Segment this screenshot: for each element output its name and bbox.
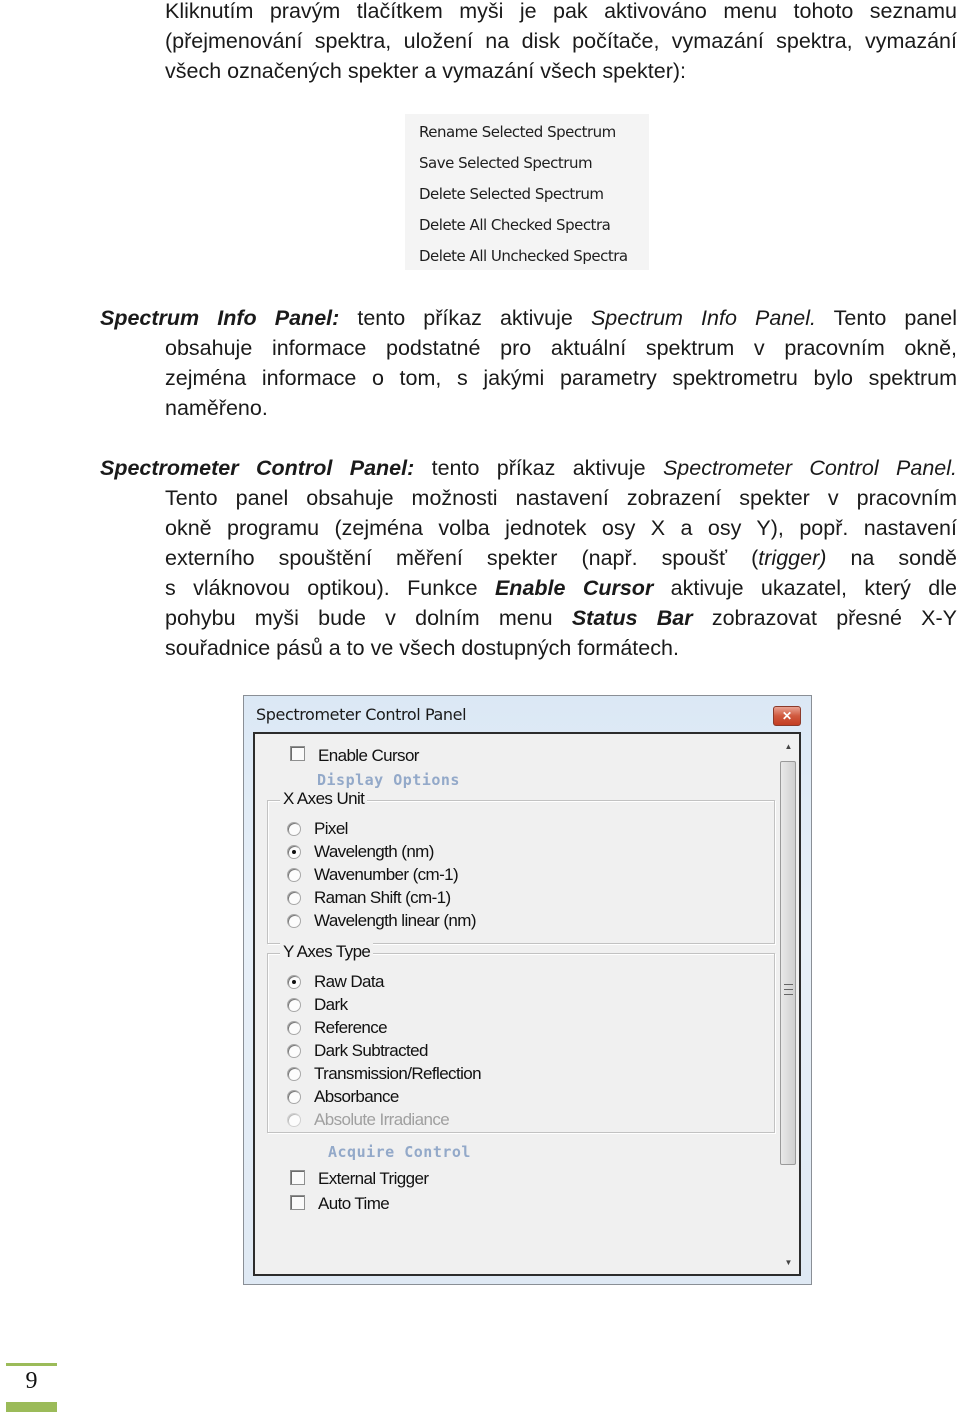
radio-label: Pixel [314, 819, 348, 838]
paragraph-line: obsahuje informace podstatné pro aktuáln… [165, 336, 957, 360]
enable-cursor-label: Enable Cursor [318, 746, 419, 765]
enable-cursor-checkbox[interactable] [290, 746, 305, 761]
radio-dark[interactable] [287, 998, 301, 1012]
intro-line: Kliknutím pravým tlačítkem myši je pak a… [165, 0, 957, 23]
radio-wavelength-nm[interactable] [287, 845, 301, 859]
page-number: 9 [25, 1368, 38, 1394]
menu-item-delete-all-unchecked-spectra[interactable]: Delete All Unchecked Spectra [419, 245, 628, 267]
scrollbar-thumb[interactable] [780, 761, 796, 1165]
intro-paragraph: Kliknutím pravým tlačítkem myši je pak a… [165, 0, 957, 86]
menu-item-rename-selected-spectrum[interactable]: Rename Selected Spectrum [419, 121, 616, 143]
paragraph-line: naměřeno. [165, 396, 268, 420]
text-italic: Spectrometer Control Panel. [662, 456, 957, 480]
page-number-bar-top [6, 1363, 57, 1366]
paragraph-line: okně programu (zejména volba jednotek os… [165, 516, 957, 540]
radio-wavelength-linear[interactable] [287, 914, 301, 928]
scroll-up-icon[interactable]: ▲ [779, 737, 798, 755]
text: na sondě [826, 546, 957, 570]
page-number-bar-bottom [6, 1402, 57, 1412]
intro-line: všech označených spekter a vymazání všec… [165, 59, 687, 83]
acquire-control-label: Acquire Control [328, 1143, 471, 1161]
y-axes-type-legend: Y Axes Type [280, 942, 374, 962]
intro-line: (přejmenování spektra, uložení na disk p… [165, 29, 957, 53]
radio-label: Wavelength (nm) [314, 842, 434, 861]
spectrometer-control-term: Spectrometer Control Panel: [100, 456, 415, 480]
radio-label: Reference [314, 1018, 388, 1037]
status-bar-term: Status Bar [571, 606, 693, 630]
text: aktivuje ukazatel, který dle [653, 576, 957, 600]
text-italic: Spectrum Info Panel. [590, 306, 816, 330]
menu-item-delete-selected-spectrum[interactable]: Delete Selected Spectrum [419, 183, 604, 205]
radio-pixel[interactable] [287, 822, 301, 836]
radio-raw-data[interactable] [287, 975, 301, 989]
external-trigger-label: External Trigger [318, 1169, 429, 1188]
radio-transmission-reflection[interactable] [287, 1067, 301, 1081]
radio-reference[interactable] [287, 1021, 301, 1035]
context-menu: Rename Selected Spectrum Save Selected S… [405, 114, 649, 270]
external-trigger-checkbox[interactable] [290, 1170, 305, 1185]
spectrum-info-term: Spectrum Info Panel: [100, 306, 340, 330]
auto-time-label: Auto Time [318, 1194, 390, 1213]
text: tento příkaz aktivuje [414, 456, 663, 480]
auto-time-checkbox[interactable] [290, 1195, 305, 1210]
paragraph-line: Tento panel obsahuje možnosti nastavení … [165, 486, 957, 510]
x-axes-unit-legend: X Axes Unit [280, 789, 368, 809]
enable-cursor-term: Enable Cursor [494, 576, 654, 600]
close-icon: ✕ [781, 709, 793, 723]
menu-item-save-selected-spectrum[interactable]: Save Selected Spectrum [419, 152, 593, 174]
radio-label-disabled: Absolute Irradiance [314, 1110, 450, 1129]
grip-icon [784, 984, 793, 999]
radio-label: Dark Subtracted [314, 1041, 428, 1060]
radio-absorbance[interactable] [287, 1090, 301, 1104]
scroll-down-icon[interactable]: ▼ [779, 1253, 798, 1271]
radio-label: Dark [314, 995, 348, 1014]
spectrometer-control-panel-window: Spectrometer Control Panel ✕ Enable Curs… [243, 695, 812, 1285]
text: tento příkaz aktivuje [339, 306, 591, 330]
text-italic: trigger) [758, 546, 827, 570]
radio-raman-shift[interactable] [287, 891, 301, 905]
radio-dark-subtracted[interactable] [287, 1044, 301, 1058]
radio-label: Transmission/Reflection [314, 1064, 482, 1083]
spectrum-info-paragraph: Spectrum Info Panel: tento příkaz aktivu… [100, 303, 957, 423]
spectrometer-control-paragraph: Spectrometer Control Panel: tento příkaz… [100, 453, 957, 663]
text: Tento panel [815, 306, 957, 330]
text: s vláknovou optikou). Funkce [165, 576, 495, 600]
radio-label: Wavenumber (cm-1) [314, 865, 459, 884]
radio-label: Raw Data [314, 972, 384, 991]
window-title: Spectrometer Control Panel [256, 705, 467, 724]
radio-wavenumber[interactable] [287, 868, 301, 882]
radio-label: Wavelength linear (nm) [314, 911, 477, 930]
radio-label: Absorbance [314, 1087, 399, 1106]
paragraph-line: zejména informace o tom, s jakými parame… [165, 366, 957, 390]
paragraph-line: souřadnice pásů a to ve všech dostupných… [165, 636, 679, 660]
text: externího spouštění měření spekter (např… [165, 546, 759, 570]
vertical-scrollbar[interactable]: ▲ ▼ [779, 735, 798, 1273]
text: zobrazovat přesné X-Y [692, 606, 957, 630]
dialog-client-area: Enable Cursor Display Options X Axes Uni… [253, 732, 801, 1276]
display-options-label: Display Options [317, 771, 460, 789]
text: pohybu myši bude v dolním menu [165, 606, 572, 630]
radio-label: Raman Shift (cm-1) [314, 888, 451, 907]
menu-item-delete-all-checked-spectra[interactable]: Delete All Checked Spectra [419, 214, 611, 236]
close-button[interactable]: ✕ [773, 706, 801, 726]
radio-absolute-irradiance [287, 1113, 301, 1127]
